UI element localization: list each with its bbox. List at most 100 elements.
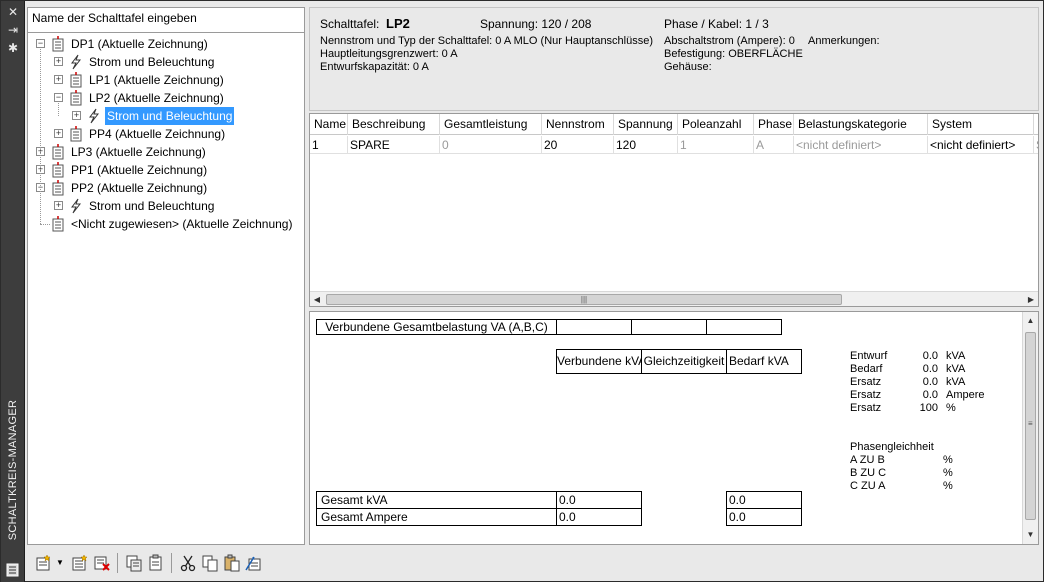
tree-node-label: Strom und Beleuchtung (89, 199, 215, 213)
summary-unit: kVA (946, 363, 966, 375)
expand-icon[interactable]: + (54, 129, 63, 138)
table-cell[interactable]: 1 (678, 136, 754, 154)
tree-node[interactable]: + LP3 (Aktuelle Zeichnung) (28, 143, 304, 161)
tree-node[interactable]: + PP4 (Aktuelle Zeichnung) (28, 125, 304, 143)
panel-tree-view: Name der Schalttafel eingeben − DP1 (Aktu… (27, 7, 305, 545)
phase-wire-info: Phase / Kabel: 1 / 3 (664, 17, 769, 31)
new-panel-icon[interactable] (35, 554, 53, 572)
tree-node[interactable]: + PP1 (Aktuelle Zeichnung) (28, 161, 304, 179)
tree-node-label: <Nicht zugewiesen> (Aktuelle Zeichnung) (71, 217, 293, 231)
scroll-up-icon[interactable]: ▲ (1023, 314, 1038, 328)
column-header[interactable]: Beschreibung (348, 114, 440, 135)
connected-total-label: Verbundene Gesamtbelastung VA (A,B,C) (316, 319, 557, 335)
panel-name-input[interactable]: Name der Schalttafel eingeben (28, 8, 304, 33)
column-header[interactable]: Name (310, 114, 348, 135)
column-header[interactable]: Nennstrom (542, 114, 614, 135)
table-cell[interactable]: <nicht definiert> (928, 136, 1034, 154)
expand-icon[interactable]: + (54, 57, 63, 66)
aic-info: Abschaltstrom (Ampere): 0 (664, 35, 795, 47)
imbalance-label: C ZU A (850, 480, 886, 492)
panel-icon (50, 36, 66, 52)
horizontal-scroll-thumb[interactable]: ||| (326, 294, 842, 305)
scroll-down-icon[interactable]: ▼ (1023, 528, 1038, 542)
summary-unit: kVA (946, 376, 966, 388)
auto-hide-icon[interactable]: ⇥ (5, 23, 21, 37)
imbalance-label: A ZU B (850, 454, 885, 466)
table-cell[interactable]: <nicht definiert> (794, 136, 928, 154)
panel-info: Schalttafel: LP2 Spannung: 120 / 208 Pha… (309, 7, 1039, 111)
tree-node[interactable]: <Nicht zugewiesen> (Aktuelle Zeichnung) (28, 215, 304, 233)
summary-value: 0.0 (922, 363, 938, 375)
toolbar-separator (117, 553, 118, 573)
copy-panel-icon[interactable] (125, 554, 143, 572)
tree-node[interactable]: − DP1 (Aktuelle Zeichnung) (28, 35, 304, 53)
circuit-manager-icon (6, 563, 19, 577)
table-cell[interactable]: 0 (440, 136, 542, 154)
summary-value: 0.0 (922, 376, 938, 388)
grip-icon: ≡ (1028, 419, 1033, 428)
tree-node[interactable]: − LP2 (Aktuelle Zeichnung) (28, 89, 304, 107)
column-header[interactable]: Poleanzahl (678, 114, 754, 135)
assign-icon[interactable] (245, 554, 263, 572)
column-header[interactable]: Phase (754, 114, 794, 135)
summary-label: Bedarf (850, 363, 883, 375)
panel-icon (50, 144, 66, 160)
paste-panel-icon[interactable] (147, 554, 165, 572)
summary-label: Ersatz (850, 389, 882, 401)
imbalance-title: Phasengleichheit (850, 441, 934, 453)
properties-icon[interactable]: ✱ (5, 41, 21, 55)
column-header[interactable]: System (928, 114, 1034, 135)
expand-icon[interactable]: + (54, 201, 63, 210)
tree-node-label: Strom und Beleuchtung (89, 55, 215, 69)
circuit-manager-palette: ✕ ⇥ ✱ SCHALTKREIS-MANAGER Name der Schal… (0, 0, 1044, 582)
table-cell[interactable]: S (1034, 136, 1038, 154)
column-header[interactable]: S (1034, 114, 1038, 135)
panel-icon (68, 72, 84, 88)
tree-connector (40, 224, 50, 225)
circuit-grid: Name Beschreibung Gesamtleistung Nennstrom S… (309, 113, 1039, 307)
collapse-icon[interactable]: − (36, 39, 45, 48)
horizontal-scrollbar[interactable]: ◀ ||| ▶ (310, 291, 1038, 306)
enclosure-info: Gehäuse: (664, 61, 712, 73)
column-header[interactable]: Spannung (614, 114, 678, 135)
notes-info: Anmerkungen: (808, 35, 880, 47)
dropdown-arrow-icon[interactable]: ▼ (55, 554, 65, 572)
col-demand-kva: Bedarf kVA (726, 349, 802, 374)
tree-node[interactable]: + Strom und Beleuchtung (28, 107, 304, 125)
mounting-info: Befestigung: OBERFLÄCHE (664, 48, 803, 60)
tree-node[interactable]: + Strom und Beleuchtung (28, 197, 304, 215)
column-header[interactable]: Gesamtleistung (440, 114, 542, 135)
design-capacity-info: Entwurfskapazität: 0 A (320, 61, 429, 73)
delete-icon[interactable] (93, 554, 111, 572)
table-cell[interactable]: 120 (614, 136, 678, 154)
table-row[interactable]: 1 SPARE 0 20 120 1 A <nicht definiert> <nicht de… (310, 136, 1038, 154)
tree-node[interactable]: + Strom und Beleuchtung (28, 53, 304, 71)
expand-icon[interactable]: + (54, 75, 63, 84)
table-cell[interactable]: 1 (310, 136, 348, 154)
close-icon[interactable]: ✕ (5, 5, 21, 19)
scroll-right-icon[interactable]: ▶ (1024, 292, 1038, 306)
table-cell[interactable]: SPARE (348, 136, 440, 154)
new-circuit-icon[interactable] (71, 554, 89, 572)
paste-icon[interactable] (223, 554, 241, 572)
panel-value: LP2 (386, 16, 410, 31)
cut-icon[interactable] (179, 554, 197, 572)
copy-icon[interactable] (201, 554, 219, 572)
panel-icon (50, 180, 66, 196)
rating-type-info: Nennstrom und Typ der Schalttafel: 0 A M… (320, 35, 654, 47)
col-connected-kva: Verbundene kVA (556, 349, 642, 374)
collapse-icon[interactable]: − (54, 93, 63, 102)
column-header[interactable]: Belastungskategorie (794, 114, 928, 135)
summary-label: Ersatz (850, 402, 882, 414)
scroll-left-icon[interactable]: ◀ (310, 292, 324, 306)
table-cell[interactable]: A (754, 136, 794, 154)
tree-node-label: PP2 (Aktuelle Zeichnung) (71, 181, 208, 195)
panel-icon (50, 216, 66, 232)
vertical-scroll-thumb[interactable]: ≡ (1025, 332, 1036, 520)
tree-node[interactable]: + LP1 (Aktuelle Zeichnung) (28, 71, 304, 89)
summary-unit: % (946, 402, 956, 414)
vertical-scrollbar[interactable]: ▲ ≡ ▼ (1022, 312, 1038, 544)
tree-node[interactable]: − PP2 (Aktuelle Zeichnung) (28, 179, 304, 197)
expand-icon[interactable]: + (72, 111, 81, 120)
table-cell[interactable]: 20 (542, 136, 614, 154)
